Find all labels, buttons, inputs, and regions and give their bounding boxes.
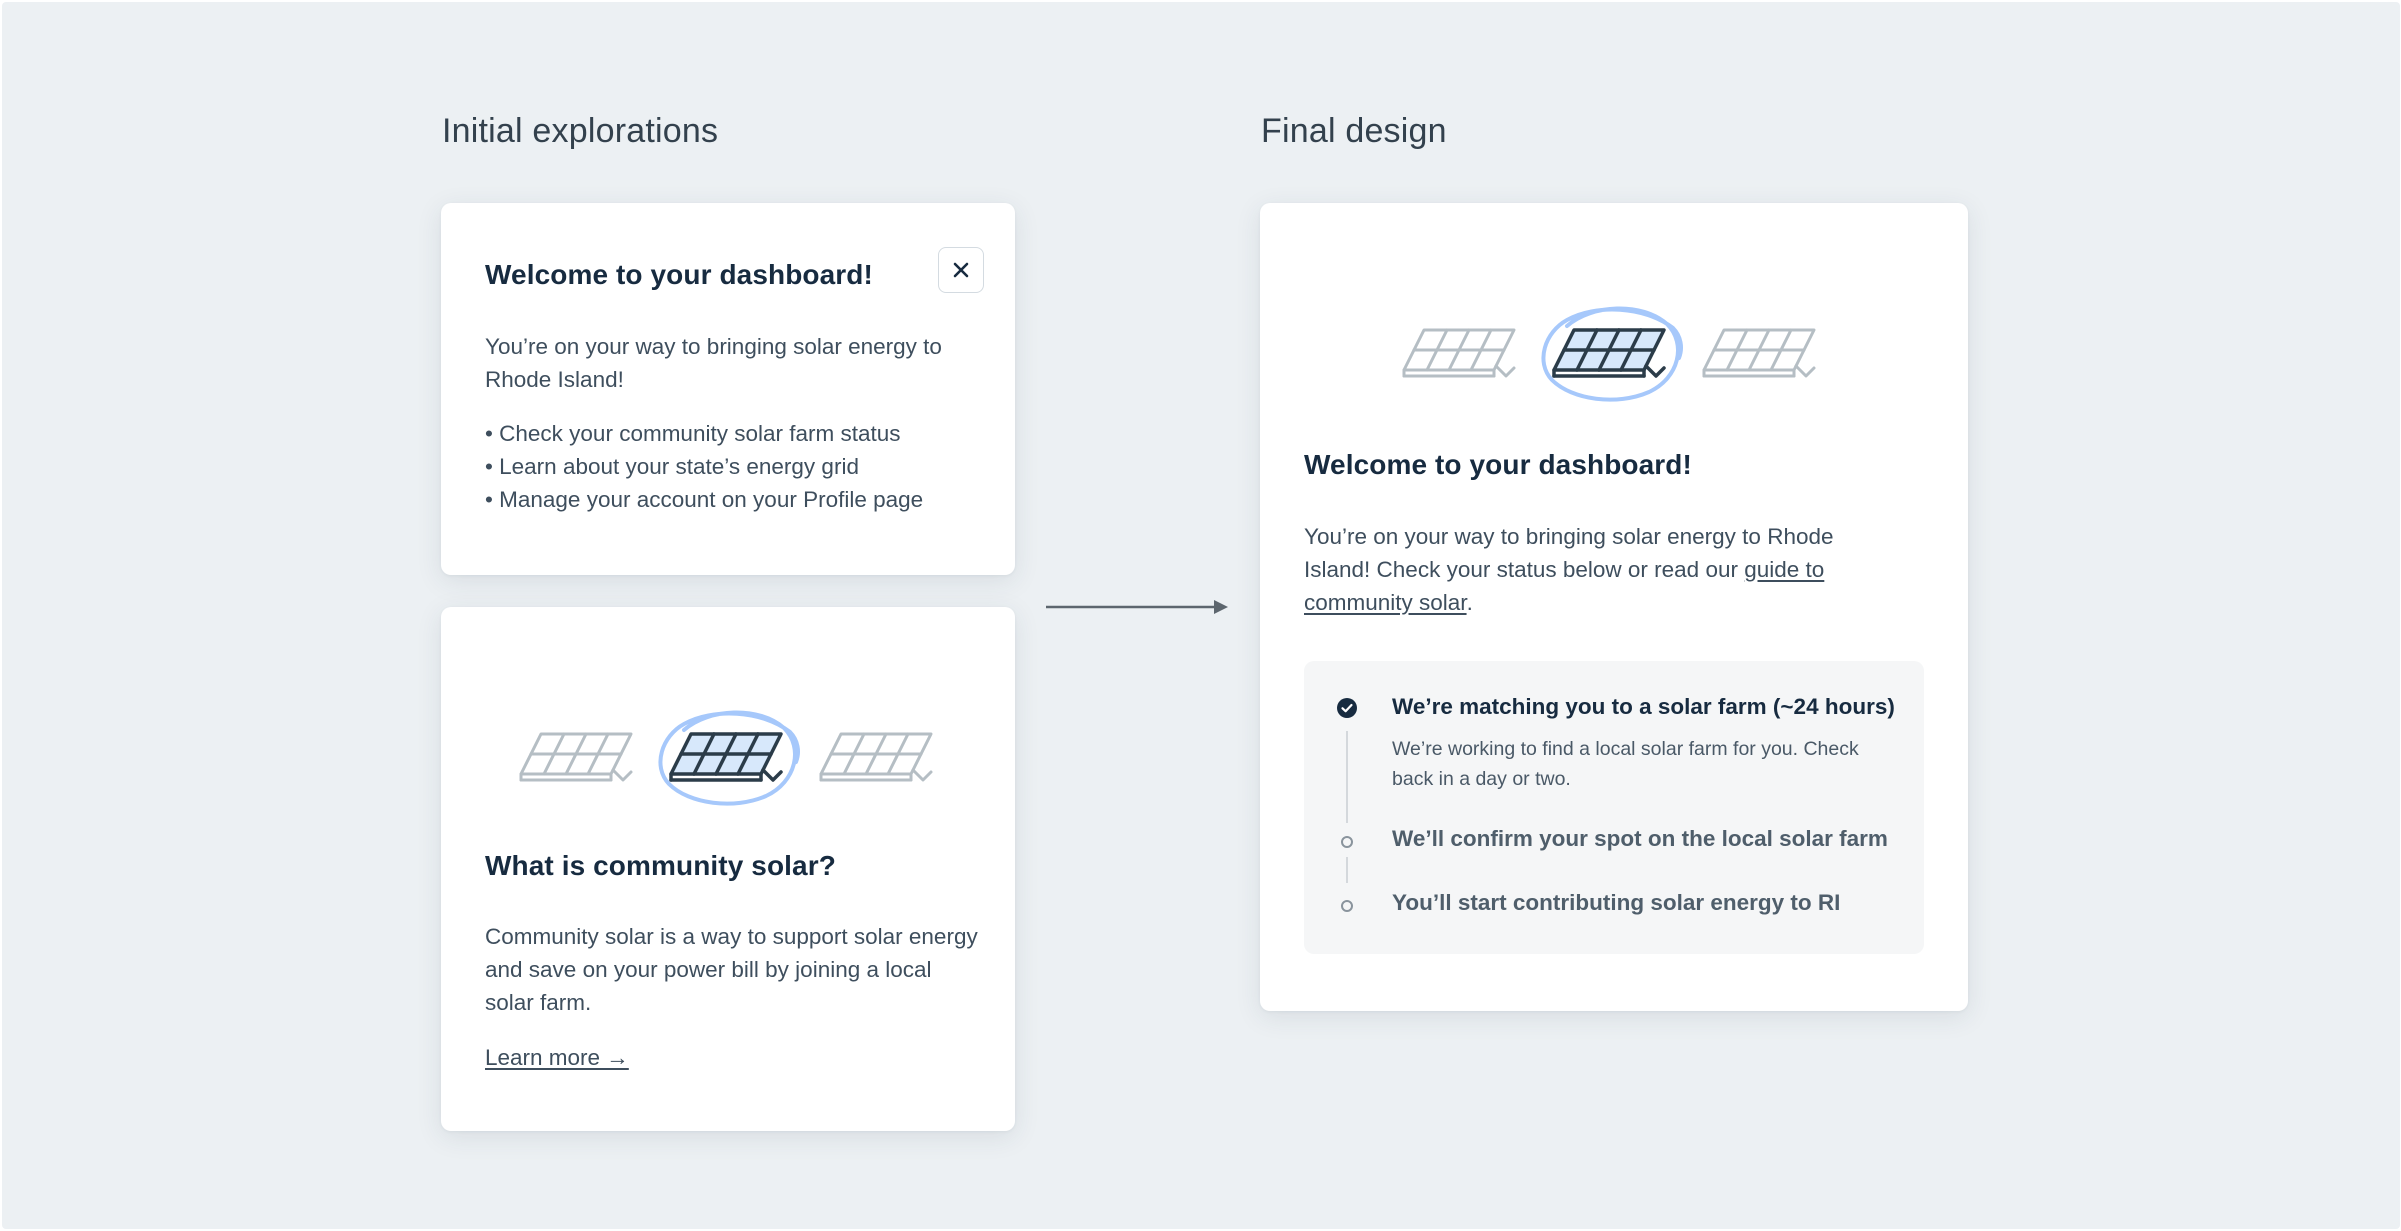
status-tracker: We’re matching you to a solar farm (~24 … [1304, 661, 1924, 954]
card-heading: Welcome to your dashboard! [1304, 449, 1692, 480]
pending-step-dot [1341, 836, 1353, 848]
check-circle-icon [1337, 698, 1357, 718]
arrow-right-icon [1046, 600, 1228, 614]
card-heading: Welcome to your dashboard! [485, 259, 873, 290]
solar-panel-icon [1402, 324, 1522, 380]
welcome-card-final: Welcome to your dashboard! You’re on you… [1260, 203, 1968, 1011]
solar-illustration [1402, 298, 1822, 398]
highlight-circle-icon [1537, 296, 1687, 406]
solar-panel-icon [1702, 324, 1822, 380]
list-item: Check your community solar farm status [485, 417, 985, 450]
solar-panel-icon [819, 728, 939, 784]
step-connector [1346, 731, 1348, 823]
canvas: Initial explorations Welcome to your das… [2, 2, 2400, 1229]
solar-panel-icon [519, 728, 639, 784]
initial-explorations-title: Initial explorations [442, 112, 719, 150]
feature-list: Check your community solar farm status L… [485, 417, 985, 516]
card-intro: You’re on your way to bringing solar ene… [1304, 520, 1904, 619]
step-title-pending: You’ll start contributing solar energy t… [1392, 890, 1841, 915]
close-icon [953, 262, 969, 278]
highlight-circle-icon [654, 700, 804, 810]
community-solar-card: What is community solar? Community solar… [441, 607, 1015, 1131]
pending-step-dot [1341, 900, 1353, 912]
step-connector [1346, 857, 1348, 883]
step-description: We’re working to find a local solar farm… [1392, 738, 1859, 790]
solar-illustration [519, 702, 939, 802]
list-item: Manage your account on your Profile page [485, 483, 985, 516]
welcome-card-exploration: Welcome to your dashboard! You’re on you… [441, 203, 1015, 575]
learn-more-link[interactable]: Learn more → [485, 1041, 629, 1074]
final-design-title: Final design [1261, 112, 1447, 150]
step-title-active: We’re matching you to a solar farm (~24 … [1392, 694, 1895, 719]
step-title-pending: We’ll confirm your spot on the local sol… [1392, 826, 1888, 851]
intro-period: . [1466, 590, 1473, 615]
card-intro: You’re on your way to bringing solar ene… [485, 334, 942, 392]
card-heading: What is community solar? [485, 850, 836, 881]
card-body: Community solar is a way to support sola… [485, 924, 978, 1015]
list-item: Learn about your state’s energy grid [485, 450, 985, 483]
close-button[interactable] [938, 247, 984, 293]
